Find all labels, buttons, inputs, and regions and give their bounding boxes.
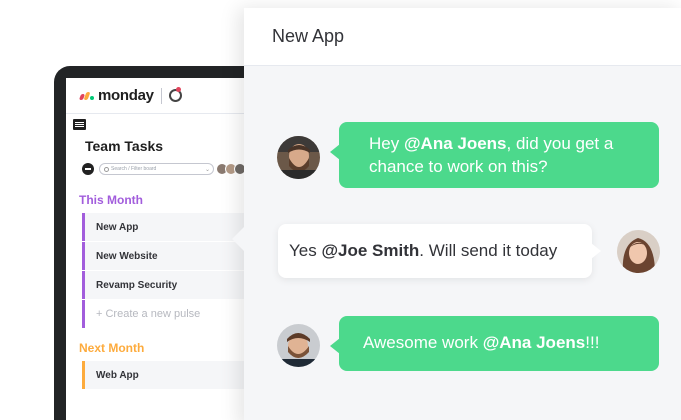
- mention-ana-joens[interactable]: @Ana Joens: [483, 333, 586, 352]
- search-placeholder: Search / Filter board: [111, 166, 157, 172]
- mention-joe-smith[interactable]: @Joe Smith: [321, 241, 419, 260]
- chat-body: Hey @Ana Joens, did you get a chance to …: [232, 66, 681, 420]
- chat-message: Hey @Ana Joens, did you get a chance to …: [330, 122, 659, 188]
- chevron-down-icon: ⌄: [204, 166, 210, 173]
- add-item-icon[interactable]: [82, 163, 94, 175]
- mention-ana-joens[interactable]: @Ana Joens: [404, 134, 507, 153]
- search-icon: [104, 166, 109, 172]
- bearded-man-avatar-icon[interactable]: [277, 324, 320, 367]
- monday-logo-icon: [78, 91, 94, 100]
- message-text: Hey: [369, 134, 404, 153]
- chat-message: Yes @Joe Smith. Will send it today: [278, 224, 601, 278]
- group-title-this-month[interactable]: This Month: [79, 193, 143, 207]
- notifications-icon[interactable]: [168, 87, 182, 102]
- monday-logo-text: monday: [98, 87, 154, 104]
- message-text: . Will send it today: [419, 241, 558, 260]
- board-members[interactable]: [216, 163, 246, 175]
- chat-message: Awesome work @Ana Joens!!!: [330, 316, 659, 371]
- board-toolbar: Search / Filter board ⌄: [82, 163, 246, 175]
- group-title-next-month[interactable]: Next Month: [79, 341, 144, 355]
- chat-panel: New App Hey @Ana Joens, did you get a ch…: [232, 8, 681, 420]
- message-text: !!!: [585, 333, 600, 352]
- chat-title: New App: [244, 8, 681, 66]
- menu-icon[interactable]: [73, 119, 86, 130]
- message-text: Yes: [289, 241, 322, 260]
- bearded-man-avatar-icon[interactable]: [277, 136, 320, 179]
- board-search-input[interactable]: Search / Filter board ⌄: [99, 163, 214, 175]
- message-text: Awesome work: [363, 333, 483, 352]
- topbar-divider: [160, 87, 162, 104]
- board-title: Team Tasks: [85, 138, 164, 154]
- woman-avatar-icon[interactable]: [617, 230, 660, 273]
